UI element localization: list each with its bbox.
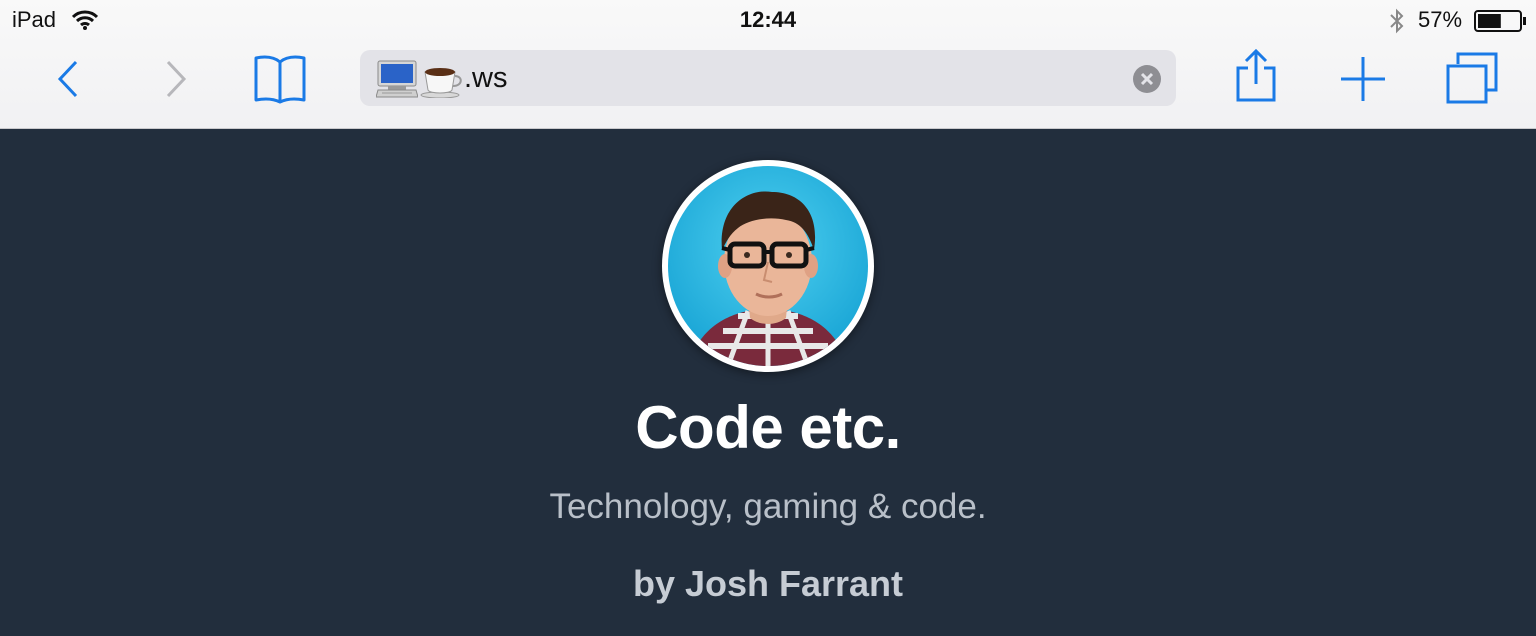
forward-icon (166, 60, 187, 98)
site-author: by Josh Farrant (632, 563, 904, 604)
profile-photo (668, 166, 868, 366)
bookmarks-icon (254, 55, 306, 104)
share-icon (1236, 48, 1276, 102)
site-tagline: Technology, gaming & code. (549, 487, 987, 526)
back-button[interactable] (52, 58, 88, 105)
back-icon (57, 60, 78, 98)
bookmarks-button[interactable] (252, 54, 308, 109)
status-bar: iPad 12:44 57% (0, 0, 1536, 40)
tabs-button[interactable] (1444, 52, 1500, 111)
share-button[interactable] (1232, 48, 1280, 109)
new-tab-icon (1341, 57, 1385, 101)
coffee-emoji-icon (420, 64, 464, 103)
computer-emoji-icon (375, 60, 419, 103)
battery-icon (1474, 10, 1528, 37)
clear-address-button[interactable] (1132, 64, 1162, 99)
status-time: 12:44 (739, 7, 797, 32)
address-text: .ws (464, 62, 508, 94)
forward-button[interactable] (158, 58, 194, 105)
browser-chrome: iPad 12:44 57% .ws (0, 0, 1536, 129)
tabs-icon (1446, 52, 1498, 104)
address-bar[interactable]: .ws (360, 50, 1176, 106)
new-tab-button[interactable] (1338, 54, 1388, 109)
avatar (662, 160, 874, 372)
web-page: Code etc. Technology, gaming & code. by … (0, 129, 1536, 636)
bluetooth-icon (1388, 8, 1406, 39)
battery-percent: 57% (1418, 7, 1463, 32)
clear-icon (1133, 65, 1161, 93)
site-title[interactable]: Code etc. (0, 393, 1536, 462)
